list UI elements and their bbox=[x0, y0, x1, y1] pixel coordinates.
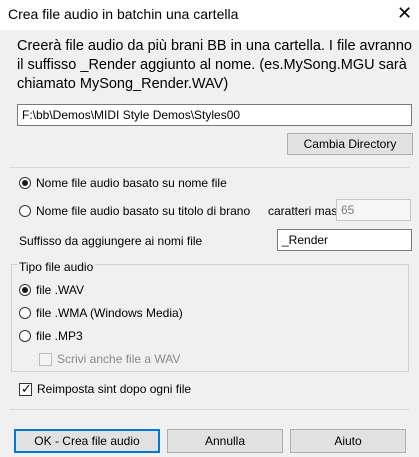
reset-synth-label[interactable]: Reimposta sint dopo ogni file bbox=[37, 382, 191, 396]
ok-create-audio-button[interactable]: OK - Crea file audio bbox=[14, 429, 160, 453]
window-title: Crea file audio in batchin una cartella bbox=[8, 6, 239, 22]
radio-name-by-title[interactable] bbox=[19, 205, 31, 217]
radio-name-by-title-label[interactable]: Nome file audio basato su titolo di bran… bbox=[36, 204, 250, 218]
radio-wav[interactable] bbox=[19, 284, 31, 296]
separator bbox=[10, 167, 410, 168]
cancel-button[interactable]: Annulla bbox=[167, 429, 283, 453]
change-directory-button[interactable]: Cambia Directory bbox=[287, 133, 413, 155]
radio-name-by-filename-label[interactable]: Nome file audio basato su nome file bbox=[36, 176, 227, 190]
reset-synth-checkbox[interactable]: ✓ bbox=[19, 381, 32, 396]
audio-type-group-title: Tipo file audio bbox=[17, 260, 96, 274]
help-button[interactable]: Aiuto bbox=[290, 429, 406, 453]
checkmark-icon: ✓ bbox=[21, 381, 32, 396]
max-chars-field[interactable]: 65 bbox=[336, 199, 411, 221]
directory-field[interactable]: F:\bb\Demos\MIDI Style Demos\Styles00 bbox=[17, 104, 412, 126]
radio-wav-label[interactable]: file .WAV bbox=[36, 283, 84, 297]
radio-wma-label[interactable]: file .WMA (Windows Media) bbox=[36, 306, 183, 320]
dialog-description: Creerà file audio da più brani BB in una… bbox=[17, 38, 412, 92]
title-bar: Crea file audio in batchin una cartella … bbox=[0, 0, 419, 30]
suffix-field[interactable]: _Render bbox=[277, 229, 412, 251]
also-write-wav-label[interactable]: Scrivi anche file a WAV bbox=[57, 352, 180, 366]
radio-name-by-filename[interactable] bbox=[19, 177, 31, 189]
suffix-label: Suffisso da aggiungere ai nomi file bbox=[19, 234, 203, 248]
separator bbox=[10, 409, 410, 410]
also-write-wav-checkbox[interactable] bbox=[39, 353, 52, 366]
radio-mp3-label[interactable]: file .MP3 bbox=[36, 329, 83, 343]
radio-wma[interactable] bbox=[19, 307, 31, 319]
radio-mp3[interactable] bbox=[19, 330, 31, 342]
close-icon[interactable]: ✕ bbox=[397, 3, 412, 23]
